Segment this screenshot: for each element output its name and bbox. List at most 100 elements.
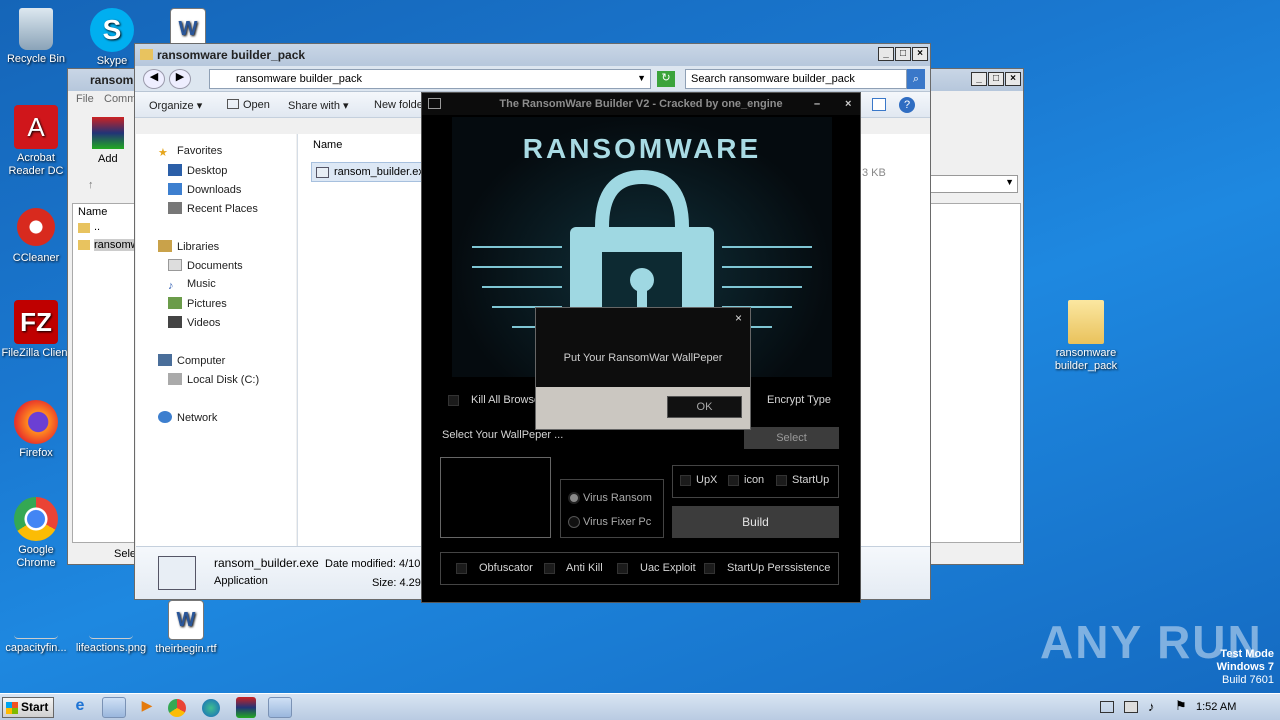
winrar-close-button[interactable]: × xyxy=(1005,72,1021,86)
icon-label: icon xyxy=(744,474,765,486)
winrar-status-text: Sele xyxy=(114,548,137,560)
ransomware-taskbar-icon[interactable] xyxy=(268,697,292,718)
nav-downloads[interactable]: Downloads xyxy=(168,183,241,196)
ransomware-titlebar: The RansomWare Builder V2 - Cracked by o… xyxy=(422,93,860,115)
open-button[interactable]: Open xyxy=(227,99,270,111)
wallpaper-preview[interactable] xyxy=(440,457,551,538)
search-icon[interactable]: ⌕ xyxy=(907,69,925,89)
icon-checkbox[interactable] xyxy=(728,475,739,486)
nav-libraries[interactable]: Libraries xyxy=(158,240,219,253)
address-bar[interactable]: ransomware builder_pack ▼ xyxy=(209,69,651,89)
preview-pane-icon[interactable] xyxy=(872,98,886,111)
network-icon xyxy=(158,411,172,423)
desktop-icon-lifeactions[interactable]: lifeactions.png xyxy=(75,605,147,655)
build-button[interactable]: Build xyxy=(672,506,839,538)
desktop-icon-recycle-bin[interactable]: Recycle Bin xyxy=(0,8,72,66)
close-button[interactable]: × xyxy=(845,93,851,115)
edge-icon[interactable] xyxy=(202,699,220,717)
app-icon xyxy=(316,167,329,178)
search-input[interactable]: Search ransomware builder_pack xyxy=(685,69,907,89)
nav-music[interactable]: ♪ Music xyxy=(168,278,216,292)
winrar-row-parent[interactable]: .. xyxy=(94,221,100,233)
winrar-maximize-button[interactable]: □ xyxy=(988,72,1004,86)
winrar-row-ransomware[interactable]: ransomw xyxy=(94,239,139,251)
anti-kill-checkbox[interactable] xyxy=(544,563,555,574)
winrar-minimize-button[interactable]: _ xyxy=(971,72,987,86)
obfuscator-checkbox[interactable] xyxy=(456,563,467,574)
refresh-icon[interactable]: ↻ xyxy=(657,71,675,87)
nav-videos[interactable]: Videos xyxy=(168,316,220,329)
dialog-ok-button[interactable]: OK xyxy=(667,396,742,418)
desktop-icon xyxy=(168,164,182,176)
wallpaper-message-dialog[interactable]: × Put Your RansomWar WallPeper OK xyxy=(535,307,751,430)
skype-icon: S xyxy=(90,8,134,52)
nav-documents[interactable]: Documents xyxy=(168,259,243,272)
uac-exploit-checkbox[interactable] xyxy=(617,563,628,574)
explorer-taskbar-icon[interactable] xyxy=(102,697,126,718)
nav-recent-places[interactable]: Recent Places xyxy=(168,202,258,215)
nav-desktop[interactable]: Desktop xyxy=(168,164,227,177)
startup-checkbox[interactable] xyxy=(776,475,787,486)
downloads-icon xyxy=(168,183,182,195)
app-icon xyxy=(227,99,239,109)
ie-icon[interactable]: e xyxy=(68,697,92,718)
winrar-column-name[interactable]: Name xyxy=(78,206,107,218)
desktop-icon-ccleaner[interactable]: CCleaner xyxy=(0,205,72,265)
kill-browsers-label: Kill All Browse xyxy=(471,394,541,406)
recycle-bin-icon xyxy=(19,8,53,50)
network-tray-icon[interactable] xyxy=(1124,701,1138,713)
forward-button[interactable]: ▶ xyxy=(169,69,191,89)
file-row-ransom-builder[interactable]: ransom_builder.exe xyxy=(311,162,430,182)
documents-icon xyxy=(168,259,182,271)
dialog-close-button[interactable]: × xyxy=(735,311,742,325)
winrar-up-icon[interactable]: ↑ xyxy=(88,179,94,191)
share-with-button[interactable]: Share with ▾ xyxy=(288,99,349,112)
word-doc-icon: W xyxy=(168,600,204,640)
nav-pictures[interactable]: Pictures xyxy=(168,297,227,310)
startup-persistence-checkbox[interactable] xyxy=(704,563,715,574)
taskbar-clock[interactable]: 1:52 AM xyxy=(1196,701,1236,713)
explorer-minimize-button[interactable]: _ xyxy=(878,47,894,61)
explorer-close-button[interactable]: × xyxy=(912,47,928,61)
desktop-icon-chrome[interactable]: Google Chrome xyxy=(0,497,72,570)
select-button[interactable]: Select xyxy=(744,427,839,449)
explorer-maximize-button[interactable]: □ xyxy=(895,47,911,61)
desktop-icon-capacity[interactable]: capacityfin... xyxy=(0,605,72,655)
desktop-icon-ransomware-folder[interactable]: ransomware builder_pack xyxy=(1050,300,1122,373)
select-wallpaper-label: Select Your WallPeper ... xyxy=(442,429,564,441)
help-icon[interactable]: ? xyxy=(899,97,915,113)
recent-places-icon xyxy=(168,202,182,214)
chevron-down-icon[interactable]: ▼ xyxy=(637,73,646,83)
flag-icon[interactable]: ⚑ xyxy=(1175,698,1187,714)
nav-local-disk[interactable]: Local Disk (C:) xyxy=(168,373,259,386)
desktop-icon-filezilla[interactable]: FZ FileZilla Client xyxy=(0,300,72,360)
filezilla-icon: FZ xyxy=(14,300,58,344)
virus-ransom-radio[interactable] xyxy=(568,492,580,504)
new-folder-button[interactable]: New folde xyxy=(374,99,423,111)
winrar-add-icon[interactable] xyxy=(92,117,124,149)
nav-favorites[interactable]: ★ Favorites xyxy=(158,145,222,159)
organize-button[interactable]: Organize ▾ xyxy=(149,99,202,112)
minimize-button[interactable]: – xyxy=(814,93,820,115)
column-header-name[interactable]: Name xyxy=(313,139,342,151)
winrar-menu-file[interactable]: File xyxy=(76,93,94,105)
winrar-menu-commands[interactable]: Comm xyxy=(104,93,136,105)
winrar-taskbar-icon[interactable] xyxy=(236,697,256,718)
folder-icon xyxy=(1068,300,1104,344)
explorer-navbar: ◀ ▶ ransomware builder_pack ▼ ↻ Search r… xyxy=(135,66,930,92)
action-center-icon[interactable] xyxy=(1100,701,1114,713)
upx-checkbox[interactable] xyxy=(680,475,691,486)
volume-icon[interactable]: ♪ xyxy=(1148,699,1155,714)
chrome-icon[interactable] xyxy=(168,699,186,717)
back-button[interactable]: ◀ xyxy=(143,69,165,89)
start-button[interactable]: Start xyxy=(2,697,54,718)
media-player-icon[interactable]: ▶ xyxy=(135,697,159,718)
virus-fixer-radio[interactable] xyxy=(568,516,580,528)
nav-computer[interactable]: Computer xyxy=(158,354,225,367)
desktop-icon-theirbegin[interactable]: W theirbegin.rtf xyxy=(150,600,222,656)
winrar-add-label: Add xyxy=(98,153,118,165)
desktop-icon-acrobat[interactable]: A Acrobat Reader DC xyxy=(0,105,72,178)
kill-browsers-checkbox[interactable] xyxy=(448,395,459,406)
nav-network[interactable]: Network xyxy=(158,411,217,424)
desktop-icon-firefox[interactable]: Firefox xyxy=(0,400,72,460)
